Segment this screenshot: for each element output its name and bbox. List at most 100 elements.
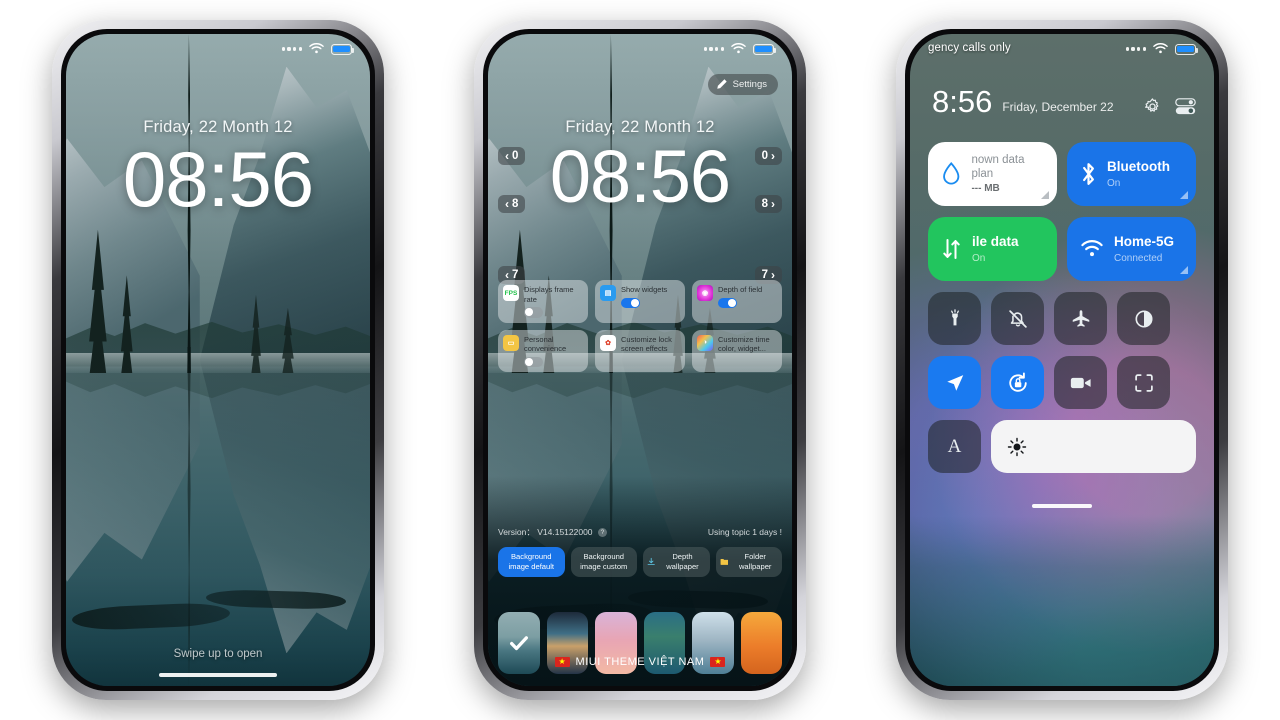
tile-label: Displays frame rate: [524, 285, 574, 304]
brightness-row: A: [928, 420, 1196, 473]
settings-button[interactable]: Settings: [707, 74, 778, 95]
status-bar: gency calls only: [910, 34, 1214, 64]
tile-customize-time-color[interactable]: ◑ Customize time color, widget...: [692, 329, 782, 373]
side-badge-right-0-value: 0: [761, 150, 768, 162]
wallet-icon: ▭: [503, 334, 519, 351]
cc-time: 8:56: [932, 84, 993, 119]
toggle-location[interactable]: [928, 356, 981, 409]
toggle-airplane-mode[interactable]: [1054, 292, 1107, 345]
side-badge-right-0[interactable]: 0 ›: [754, 147, 782, 165]
wifi-icon: [731, 43, 746, 54]
expand-corner-icon[interactable]: [1180, 266, 1188, 274]
fps-icon: FPS: [503, 285, 519, 301]
phone2-screen: Settings ‹ 0 ‹ 8 ‹ 7 0 › 8 › 7 › Friday,…: [488, 34, 792, 686]
chevron-right-icon: ›: [771, 149, 775, 163]
control-center-blur: [910, 516, 1214, 686]
tile-row: ▭ Personal convenience ✿ Customize lock …: [498, 329, 782, 373]
effects-icon: ✿: [600, 334, 616, 351]
tile-depth-of-field[interactable]: ◉ Depth of field: [692, 280, 782, 323]
status-bar: [488, 34, 792, 64]
data-drop-icon: [943, 162, 960, 185]
tab-background-image-default[interactable]: Background image default: [498, 547, 565, 577]
tile-toggle[interactable]: [524, 307, 543, 318]
tile-bluetooth[interactable]: Bluetooth On: [1067, 142, 1196, 206]
toggle-dark-mode[interactable]: [1117, 292, 1170, 345]
depth-icon: ◉: [697, 285, 713, 301]
version-info: Version： V14.15122000 ?: [498, 526, 607, 538]
wifi-icon: [1081, 239, 1103, 256]
phone-bezel: Settings ‹ 0 ‹ 8 ‹ 7 0 › 8 › 7 › Friday,…: [483, 29, 797, 691]
toggle-auto-brightness[interactable]: A: [928, 420, 981, 473]
quick-toggle-row: [928, 292, 1196, 345]
tile-mobile-data[interactable]: ile data On: [928, 217, 1057, 281]
palette-icon: ◑: [697, 334, 713, 351]
tile-label: Customize time color, widget...: [718, 334, 770, 354]
tab-depth-wallpaper[interactable]: Depth wallpaper: [643, 547, 710, 577]
tile-title: Bluetooth: [1107, 159, 1170, 175]
tile-title: Home-5G: [1114, 234, 1175, 250]
home-indicator[interactable]: [159, 673, 277, 677]
battery-icon: [331, 43, 355, 55]
tab-background-image-custom[interactable]: Background image custom: [570, 547, 637, 577]
mute-icon: [1008, 309, 1027, 328]
lock-time: 08:56: [122, 135, 314, 223]
signal-dots-icon: [703, 47, 724, 51]
check-icon: [509, 636, 528, 651]
gear-icon[interactable]: [1143, 97, 1162, 116]
tab-folder-wallpaper[interactable]: Folder wallpaper: [715, 547, 782, 577]
side-badge-left-0[interactable]: ‹ 0: [498, 147, 526, 165]
status-bar: [66, 34, 370, 64]
tile-displays-frame-rate[interactable]: FPS Displays frame rate: [498, 280, 588, 323]
toggle-mute[interactable]: [991, 292, 1044, 345]
chevron-left-icon: ‹: [505, 197, 509, 211]
tile-data-plan[interactable]: nown data plan --- MB: [928, 142, 1057, 206]
tile-row: FPS Displays frame rate ▤ Show widgets ◉…: [498, 280, 782, 323]
version-value: V14.15122000: [537, 527, 593, 537]
signal-dots-icon: [281, 47, 302, 51]
edit-toggles-icon[interactable]: [1175, 97, 1196, 116]
expand-corner-icon[interactable]: [1180, 191, 1188, 199]
pencil-icon: [716, 79, 727, 89]
tile-toggle[interactable]: [621, 297, 640, 309]
bluetooth-icon: [1083, 163, 1094, 185]
tile-subtitle: Connected: [1114, 252, 1163, 264]
tile-wifi-network[interactable]: Home-5G Connected: [1067, 217, 1196, 281]
tile-customize-lock-screen-effects[interactable]: ✿ Customize lock screen effects: [595, 329, 685, 373]
tile-title: ile data: [972, 234, 1019, 250]
lock-time: 08:56: [549, 135, 731, 218]
airplane-icon: [1072, 309, 1089, 327]
version-info-bar: Version： V14.15122000 ? Using topic 1 da…: [498, 526, 782, 538]
tile-title: nown data plan: [971, 153, 1025, 180]
brightness-slider[interactable]: [991, 420, 1196, 473]
toggle-screen-recorder[interactable]: [1054, 356, 1107, 409]
big-tile-row: nown data plan --- MB Bluetooth On: [928, 142, 1196, 206]
side-badge-right-1-value: 8: [761, 198, 768, 210]
screenshot-stage: Friday, 22 Month 12 08:56 Swipe up to op…: [0, 0, 1280, 720]
toggle-rotation-lock[interactable]: [991, 356, 1044, 409]
location-icon: [946, 374, 963, 391]
expand-corner-icon[interactable]: [1041, 191, 1049, 199]
swipe-hint: Swipe up to open: [173, 648, 263, 660]
tile-label: Personal convenience: [524, 334, 567, 354]
tile-personal-convenience[interactable]: ▭ Personal convenience: [498, 329, 588, 373]
phone-lock-screen: Friday, 22 Month 12 08:56 Swipe up to op…: [52, 20, 384, 700]
scanner-icon: [1134, 373, 1153, 392]
tile-toggle[interactable]: [718, 297, 737, 309]
help-icon[interactable]: ?: [597, 528, 607, 538]
usage-info: Using topic 1 days !: [707, 527, 782, 537]
side-badge-left-1-value: 8: [512, 198, 519, 210]
vietnam-flag-icon: ★: [710, 657, 726, 667]
rotation-lock-icon: [1008, 371, 1027, 392]
tile-show-widgets[interactable]: ▤ Show widgets: [595, 280, 685, 323]
toggle-scanner[interactable]: [1117, 356, 1170, 409]
side-badge-left-1[interactable]: ‹ 8: [498, 195, 526, 213]
tile-label: Show widgets: [621, 285, 668, 294]
side-badge-right-1[interactable]: 8 ›: [754, 195, 782, 213]
tile-toggle[interactable]: [524, 356, 543, 368]
tile-subtitle: On: [972, 252, 986, 264]
carrier-label: gency calls only: [928, 42, 1011, 54]
home-indicator[interactable]: [1032, 504, 1092, 508]
auto-brightness-icon: A: [947, 435, 962, 457]
toggle-flashlight[interactable]: [928, 292, 981, 345]
wallpaper-source-tabs: Background image default Background imag…: [498, 547, 782, 577]
